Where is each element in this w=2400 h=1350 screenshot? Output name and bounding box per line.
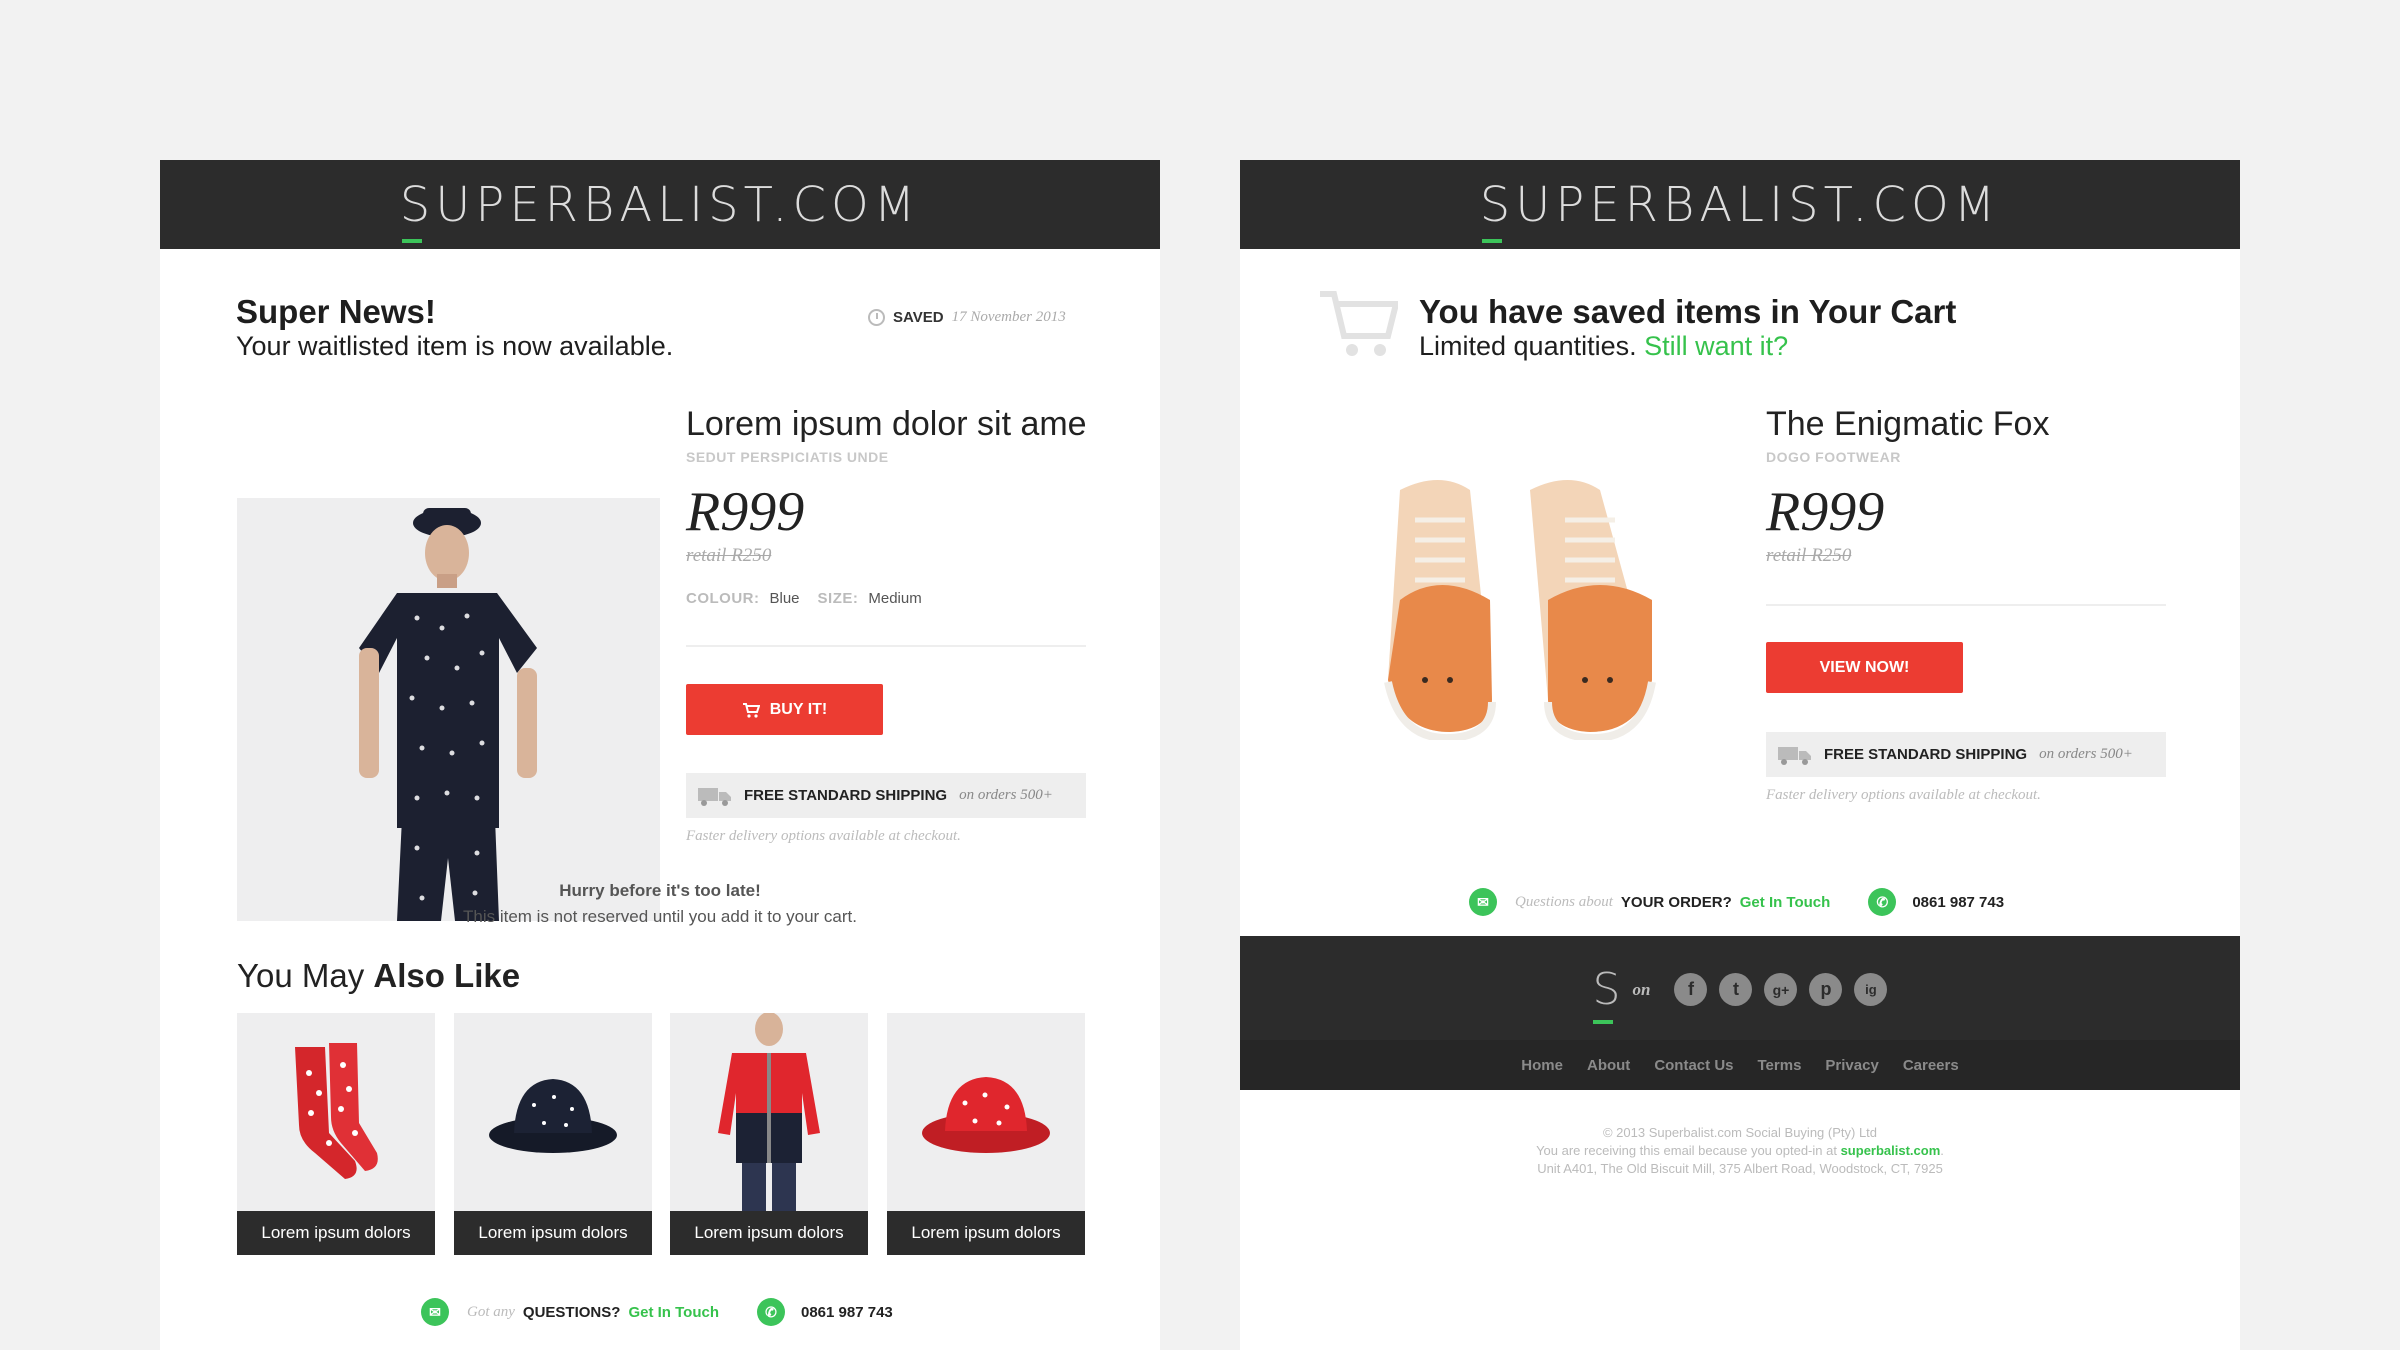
footer-nav: Home About Contact Us Terms Privacy Care…: [1240, 1040, 2240, 1090]
divider: [686, 645, 1086, 647]
copyright-text: © 2013 Superbalist.com Social Buying (Pt…: [1602, 1125, 1878, 1140]
pinterest-icon[interactable]: p: [1809, 973, 1843, 1006]
footer-link-home[interactable]: Home: [1521, 1057, 1563, 1074]
social-row: S on f t g+ p ig: [1240, 964, 2240, 1024]
product-photo[interactable]: [237, 498, 660, 921]
recommended-item-bucket-hat-red[interactable]: Lorem ipsum dolors: [887, 1013, 1085, 1255]
footer-link-privacy[interactable]: Privacy: [1825, 1057, 1878, 1074]
email-subtitle: Your waitlisted item is now available.: [236, 331, 674, 361]
phone-icon: ✆: [757, 1298, 785, 1326]
not-reserved-message: This item is not reserved until you add …: [462, 907, 857, 926]
product-retail-price: retail R250: [686, 545, 772, 566]
mail-icon: ✉: [421, 1298, 449, 1326]
saved-date-label: SAVED 17 November 2013: [868, 309, 1066, 326]
phone-icon: ✆: [1868, 888, 1897, 916]
get-in-touch-link[interactable]: Get In Touch: [628, 1304, 719, 1321]
get-in-touch-link[interactable]: Get In Touch: [1740, 894, 1831, 911]
contact-bar: ✉ Got any QUESTIONS? Get In Touch ✆ 0861…: [421, 1298, 893, 1326]
product-brand: SEDUT PERSPICIATIS UNDE: [686, 449, 889, 465]
free-shipping-banner: FREE STANDARD SHIPPING on orders 500+: [686, 773, 1086, 818]
recommended-item-bucket-hat-navy[interactable]: Lorem ipsum dolors: [454, 1013, 652, 1255]
phone-number[interactable]: 0861 987 743: [801, 1304, 893, 1321]
contact-prefix: Got any: [467, 1303, 515, 1320]
recommended-item-label[interactable]: Lorem ipsum dolors: [670, 1211, 868, 1255]
product-photo[interactable]: [1380, 450, 1670, 743]
opt-in-text: You are receiving this email because you…: [1536, 1143, 1944, 1158]
product-price: R999: [1766, 481, 1885, 543]
truck-icon: [1778, 746, 1811, 765]
recommended-item-socks[interactable]: Lorem ipsum dolors: [237, 1013, 435, 1255]
also-like-heading: You May Also Like: [237, 957, 521, 994]
facebook-icon[interactable]: f: [1674, 973, 1708, 1006]
delivery-note: Faster delivery options available at che…: [1766, 787, 2041, 803]
recommended-item-label[interactable]: Lorem ipsum dolors: [454, 1211, 652, 1255]
s-logo[interactable]: S: [1592, 964, 1620, 1024]
footer-link-contact[interactable]: Contact Us: [1654, 1057, 1733, 1074]
email-header: SUPERBALIST.COM: [160, 160, 1160, 249]
footer-link-careers[interactable]: Careers: [1903, 1057, 1959, 1074]
delivery-note: Faster delivery options available at che…: [686, 828, 961, 844]
contact-bar: ✉ Questions about YOUR ORDER? Get In Tou…: [1469, 888, 2004, 916]
product-price: R999: [686, 481, 805, 543]
superbalist-logo[interactable]: SUPERBALIST.COM: [400, 177, 920, 243]
size-value: Medium: [868, 590, 922, 607]
product-brand: DOGO FOOTWEAR: [1766, 449, 1901, 465]
email-header: SUPERBALIST.COM: [1240, 160, 2240, 249]
contact-label: QUESTIONS?: [522, 1303, 621, 1321]
recommended-item-label[interactable]: Lorem ipsum dolors: [887, 1211, 1085, 1255]
footer-link-about[interactable]: About: [1587, 1057, 1630, 1074]
email-title: Super News!: [236, 293, 436, 330]
address-text: Unit A401, The Old Biscuit Mill, 375 Alb…: [1537, 1161, 1943, 1176]
recommended-item-jacket[interactable]: Lorem ipsum dolors: [670, 1013, 868, 1255]
email-subtitle: Limited quantities. Still want it?: [1419, 331, 1789, 361]
instagram-icon[interactable]: ig: [1854, 973, 1888, 1006]
product-name[interactable]: The Enigmatic Fox: [1766, 405, 2049, 444]
recommended-item-label[interactable]: Lorem ipsum dolors: [237, 1211, 435, 1255]
truck-icon: [698, 787, 731, 806]
cart-icon: [1320, 291, 1398, 356]
phone-number[interactable]: 0861 987 743: [1912, 894, 2004, 911]
left-email-panel: SUPERBALIST.COM Super News! Your waitlis…: [160, 160, 1160, 1350]
mail-icon: ✉: [1469, 888, 1497, 916]
product-retail-price: retail R250: [1766, 545, 1852, 566]
cart-icon: [742, 702, 760, 718]
product-attributes: COLOUR: Blue SIZE: Medium: [686, 590, 922, 607]
divider: [1766, 604, 2166, 606]
contact-label: YOUR ORDER?: [1620, 893, 1732, 911]
social-on-label: on: [1632, 979, 1651, 999]
hurry-message: Hurry before it's too late!: [559, 881, 761, 900]
size-label: SIZE:: [817, 590, 859, 607]
email-footer: S on f t g+ p ig Home About Contact Us T…: [1240, 936, 2240, 1090]
superbalist-link[interactable]: superbalist.com: [1841, 1143, 1941, 1158]
email-title: You have saved items in Your Cart: [1419, 293, 1957, 330]
google-plus-icon[interactable]: g+: [1764, 973, 1798, 1006]
still-want-it-link[interactable]: Still want it?: [1644, 331, 1788, 361]
view-now-button[interactable]: VIEW NOW!: [1766, 642, 1963, 693]
right-email-panel: SUPERBALIST.COM You have saved items in …: [1240, 160, 2240, 1350]
product-name[interactable]: Lorem ipsum dolor sit ame: [686, 405, 1087, 444]
superbalist-logo[interactable]: SUPERBALIST.COM: [1480, 177, 2000, 243]
colour-label: COLOUR:: [686, 590, 760, 607]
footer-link-terms[interactable]: Terms: [1758, 1057, 1802, 1074]
free-shipping-banner: FREE STANDARD SHIPPING on orders 500+: [1766, 732, 2166, 777]
clock-icon: [868, 309, 885, 326]
buy-it-button[interactable]: BUY IT!: [686, 684, 883, 735]
contact-prefix: Questions about: [1515, 893, 1613, 910]
colour-value: Blue: [769, 590, 800, 607]
twitter-icon[interactable]: t: [1719, 973, 1753, 1006]
